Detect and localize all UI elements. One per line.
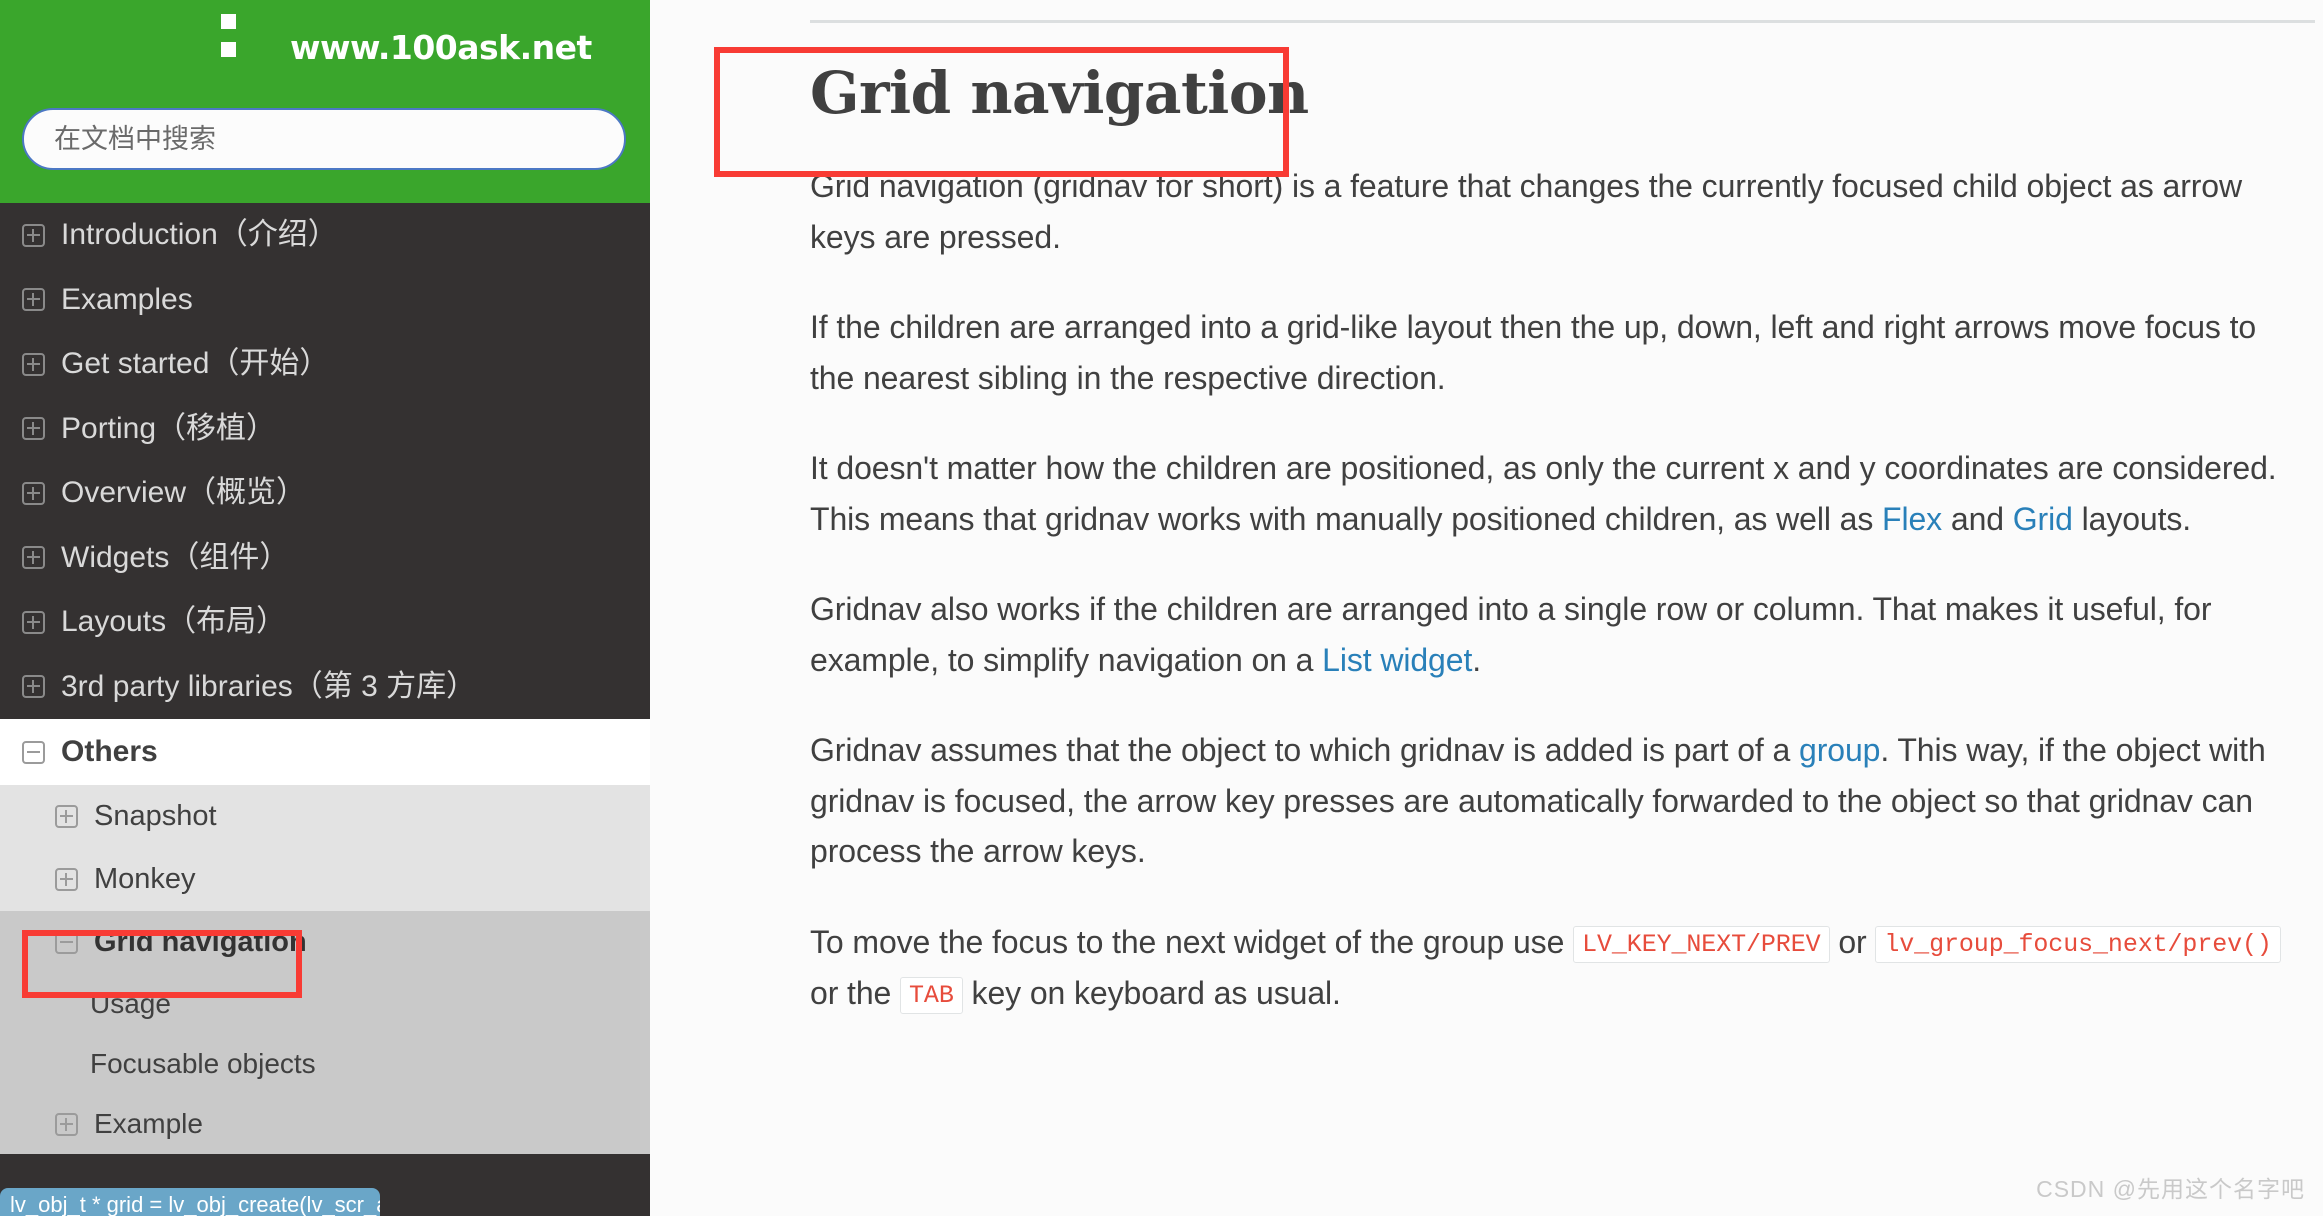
code-lv-group-focus-next-prev: lv_group_focus_next/prev() <box>1875 926 2281 964</box>
search-input[interactable] <box>22 108 626 170</box>
paragraph-3-text-c: layouts. <box>2072 500 2192 537</box>
plus-box-icon[interactable] <box>22 610 45 634</box>
sidebar-item-label: Snapshot <box>94 800 217 832</box>
paragraph-4-text-b: . <box>1472 641 1482 678</box>
article-body: Grid navigation (gridnav for short) is a… <box>810 161 2300 1018</box>
brand-title: www.100ask.net <box>290 28 592 67</box>
plus-box-icon[interactable] <box>22 223 45 247</box>
plus-box-icon[interactable] <box>55 805 78 828</box>
paragraph-3: It doesn't matter how the children are p… <box>810 443 2300 544</box>
sidebar-item-introduction[interactable]: Introduction（介绍） <box>0 203 650 268</box>
sidebar-item-example[interactable]: Example <box>0 1094 650 1154</box>
paragraph-6-text-a: To move the focus to the next widget of … <box>810 924 1574 961</box>
paragraph-1: Grid navigation (gridnav for short) is a… <box>810 168 2243 255</box>
plus-box-icon[interactable] <box>22 417 45 441</box>
minus-box-icon[interactable] <box>22 740 45 764</box>
sidebar-item-overview[interactable]: Overview（概览） <box>0 461 650 526</box>
sidebar-item-label: Widgets（组件） <box>61 540 290 574</box>
link-flex[interactable]: Flex <box>1882 501 1942 537</box>
link-grid[interactable]: Grid <box>2013 501 2073 537</box>
sidebar-section-label: Others <box>61 735 158 768</box>
sidebar-section-others[interactable]: Others <box>0 719 650 785</box>
paragraph-6-text-d: key on keyboard as usual. <box>962 974 1341 1011</box>
paragraph-5: Gridnav assumes that the object to which… <box>810 725 2300 877</box>
squares-logo-icon <box>216 14 250 74</box>
sidebar-item-label: Porting（移植） <box>61 411 277 445</box>
sidebar-nav: Introduction（介绍） Examples Get started（开始… <box>0 203 650 1154</box>
code-tab-key: TAB <box>900 976 963 1014</box>
sidebar-bottom-badge: lv_obj_t * grid = lv_obj_create(lv_scr_a… <box>0 1188 380 1216</box>
sidebar-item-layouts[interactable]: Layouts（布局） <box>0 590 650 655</box>
paragraph-5-text-a: Gridnav assumes that the object to which… <box>810 732 1799 769</box>
sidebar-item-usage[interactable]: Usage <box>0 974 650 1034</box>
top-divider <box>810 20 2315 23</box>
sidebar-item-widgets[interactable]: Widgets（组件） <box>0 526 650 591</box>
minus-box-icon[interactable] <box>55 931 78 954</box>
sidebar-sub-list: Snapshot Monkey Grid navigation Usage Fo… <box>0 785 650 1154</box>
sidebar-item-label: Examples <box>61 282 193 316</box>
main-content: Grid navigation Grid navigation (gridnav… <box>650 0 2323 1216</box>
paragraph-6-text-c: or the <box>810 974 901 1011</box>
sidebar-item-label: Example <box>94 1108 203 1139</box>
plus-box-icon[interactable] <box>22 352 45 376</box>
sidebar-item-snapshot[interactable]: Snapshot <box>0 785 650 848</box>
sidebar-item-label: Monkey <box>94 863 196 895</box>
sidebar-item-monkey[interactable]: Monkey <box>0 848 650 911</box>
link-group[interactable]: group <box>1799 732 1880 768</box>
sidebar-item-grid-navigation[interactable]: Grid navigation <box>0 911 650 974</box>
sidebar-item-label: Overview（概览） <box>61 476 307 509</box>
plus-box-icon[interactable] <box>55 1112 78 1136</box>
plus-box-icon[interactable] <box>22 481 45 505</box>
paragraph-2: If the children are arranged into a grid… <box>810 309 2257 396</box>
sidebar-item-label: Get started（开始） <box>61 347 330 380</box>
documentation-page: www.100ask.net Introduction（介绍） Examples… <box>0 0 2323 1216</box>
sidebar-item-label: Grid navigation <box>94 926 307 958</box>
sidebar: www.100ask.net Introduction（介绍） Examples… <box>0 0 650 1216</box>
search-box[interactable] <box>22 108 626 170</box>
sidebar-item-focusable-objects[interactable]: Focusable objects <box>0 1034 650 1094</box>
sidebar-item-porting[interactable]: Porting（移植） <box>0 397 650 462</box>
page-title: Grid navigation <box>810 59 1309 127</box>
paragraph-4-text-a: Gridnav also works if the children are a… <box>810 591 2212 678</box>
paragraph-6-text-b: or <box>1829 924 1876 961</box>
link-list-widget[interactable]: List widget <box>1322 642 1472 678</box>
sidebar-item-examples[interactable]: Examples <box>0 268 650 333</box>
sidebar-item-label: Introduction（介绍） <box>61 218 338 251</box>
plus-box-icon[interactable] <box>55 868 78 891</box>
sidebar-item-get-started[interactable]: Get started（开始） <box>0 332 650 397</box>
sidebar-item-3rd-party-libraries[interactable]: 3rd party libraries（第 3 方库） <box>0 655 650 720</box>
sidebar-item-label: Layouts（布局） <box>61 605 287 638</box>
paragraph-3-text-b: and <box>1942 500 2013 537</box>
plus-box-icon[interactable] <box>22 546 45 570</box>
paragraph-6: To move the focus to the next widget of … <box>810 917 2300 1018</box>
paragraph-4: Gridnav also works if the children are a… <box>810 584 2300 685</box>
sidebar-brand-header: www.100ask.net <box>0 0 650 203</box>
plus-box-icon[interactable] <box>22 675 45 699</box>
csdn-watermark: CSDN @先用这个名字吧 <box>2036 1176 2305 1202</box>
sidebar-item-label: 3rd party libraries（第 3 方库） <box>61 669 477 703</box>
code-lv-key-next-prev: LV_KEY_NEXT/PREV <box>1573 926 1830 964</box>
plus-box-icon[interactable] <box>22 288 45 312</box>
